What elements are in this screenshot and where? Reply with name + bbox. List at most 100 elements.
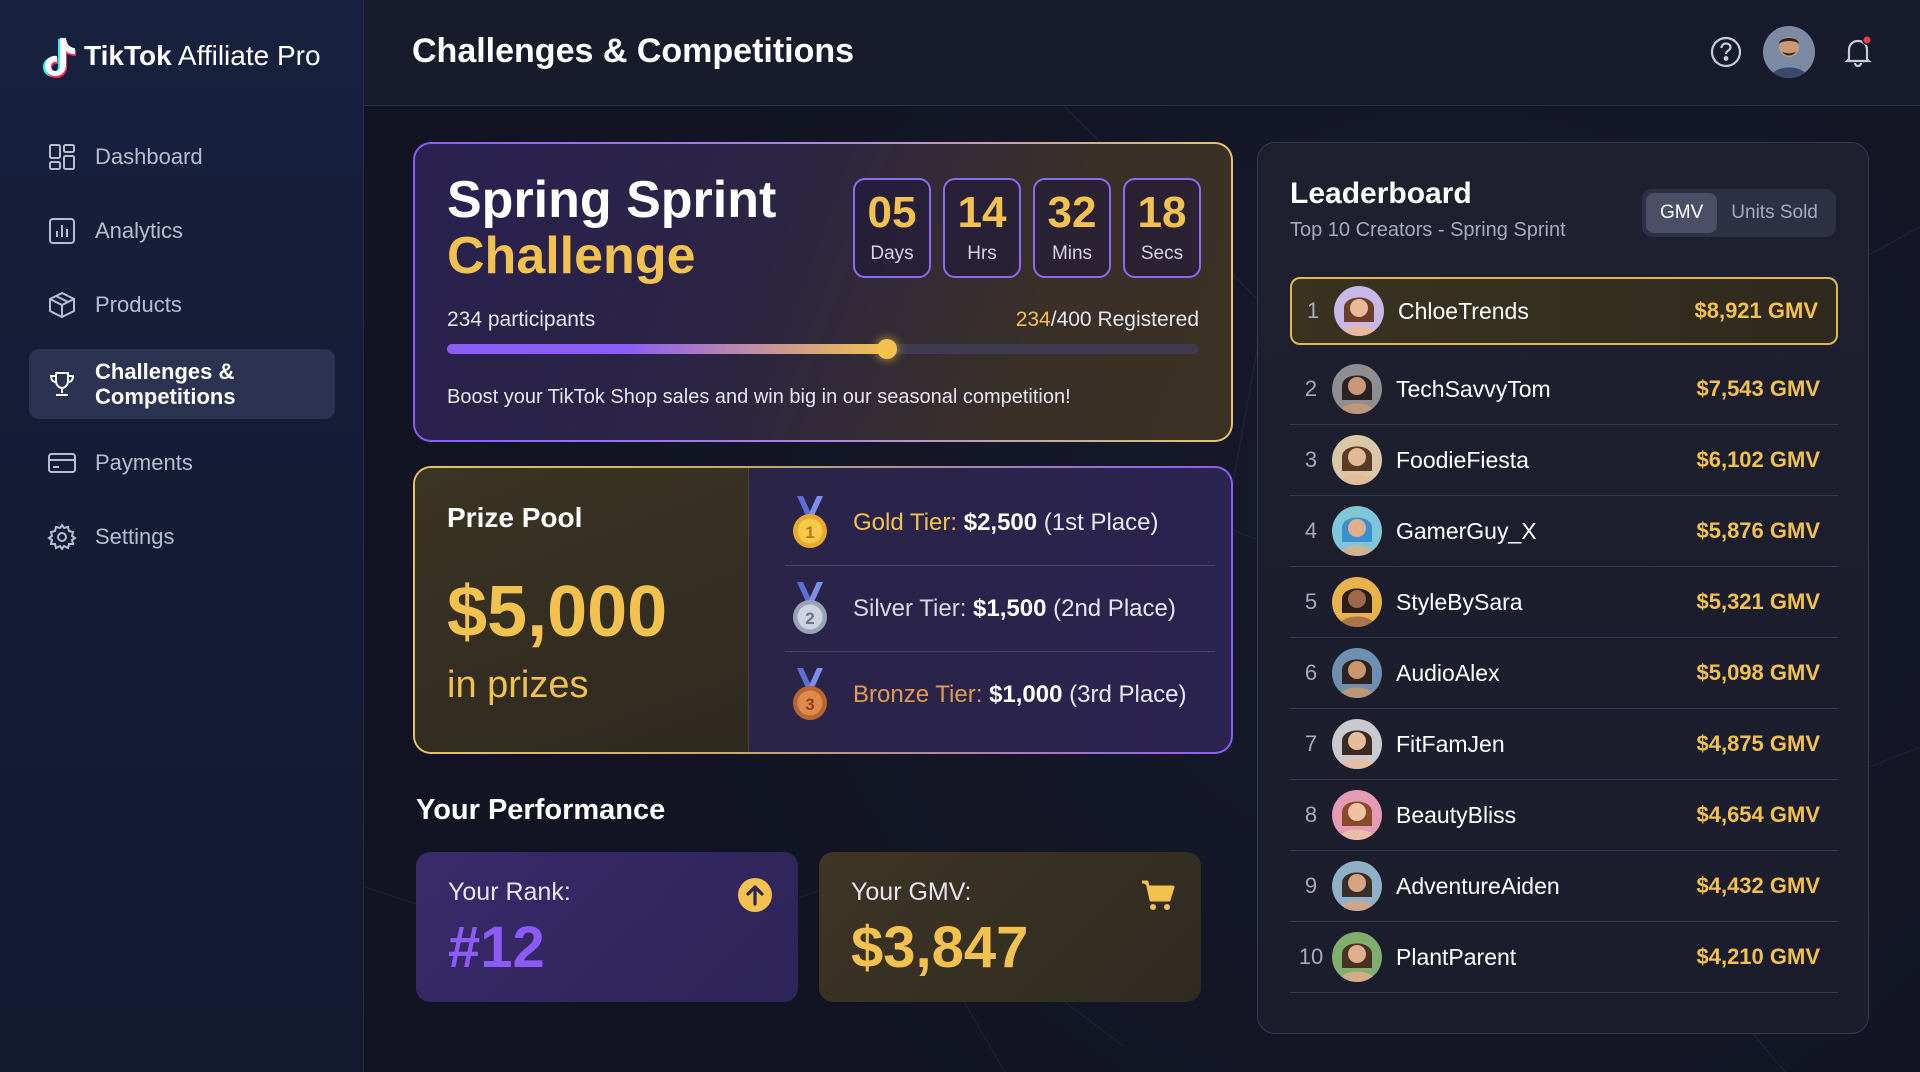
leaderboard-row[interactable]: 7 FitFamJen $4,875 GMV	[1290, 709, 1838, 780]
creator-name: FitFamJen	[1396, 730, 1505, 757]
creator-gmv: $4,654 GMV	[1696, 802, 1820, 827]
creator-name: StyleBySara	[1396, 588, 1523, 615]
tier-silver-text: Silver Tier: $1,500 (2nd Place)	[853, 594, 1176, 622]
tier-bronze: 3 Bronze Tier: $1,000 (3rd Place)	[785, 652, 1215, 738]
creator-avatar	[1332, 577, 1382, 627]
leaderboard-rank: 2	[1304, 376, 1318, 401]
challenge-title: Spring Sprint	[447, 171, 777, 229]
rank-label: Your Rank:	[448, 878, 571, 906]
prize-pool-label: Prize Pool	[447, 502, 583, 533]
creator-gmv: $5,321 GMV	[1696, 589, 1820, 614]
sidebar-item-label: Products	[95, 292, 182, 317]
sidebar-item-challenges[interactable]: Challenges & Competitions	[29, 349, 335, 419]
analytics-icon	[49, 218, 75, 244]
silver-medal-icon: 2	[793, 581, 827, 634]
sidebar: TikTok Affiliate Pro Dashboard Analytics…	[0, 0, 364, 1072]
svg-text:3: 3	[805, 695, 814, 714]
creator-name: PlantParent	[1396, 943, 1517, 970]
brand-name: TikTok Affiliate Pro	[84, 40, 321, 71]
creator-gmv: $7,543 GMV	[1696, 376, 1820, 401]
gmv-label: Your GMV:	[851, 878, 972, 906]
toggle-units-sold[interactable]: Units Sold	[1717, 193, 1832, 233]
sidebar-item-label: Challenges & Competitions	[95, 358, 236, 409]
creator-avatar	[1332, 364, 1382, 414]
leaderboard-row[interactable]: 5 StyleBySara $5,321 GMV	[1290, 567, 1838, 638]
dashboard-icon	[49, 144, 75, 170]
leaderboard-row[interactable]: 3 FoodieFiesta $6,102 GMV	[1290, 425, 1838, 496]
leaderboard-rank: 10	[1298, 944, 1324, 969]
creator-avatar	[1332, 719, 1382, 769]
gold-medal-icon: 1	[793, 495, 827, 548]
toggle-gmv[interactable]: GMV	[1646, 193, 1718, 233]
brand[interactable]: TikTok Affiliate Pro	[38, 34, 321, 78]
bronze-medal-icon: 3	[793, 668, 827, 720]
leaderboard-rank: 4	[1304, 518, 1318, 543]
leaderboard-row[interactable]: 2 TechSavvyTom $7,543 GMV	[1290, 354, 1838, 425]
challenge-card: Spring Sprint Challenge 05 Days 14 Hrs 32 M…	[413, 142, 1233, 442]
creator-gmv: $6,102 GMV	[1696, 447, 1820, 472]
leaderboard-rank: 8	[1304, 802, 1318, 827]
prize-summary: Prize Pool $5,000 in prizes	[415, 468, 749, 752]
leaderboard-row[interactable]: 10 PlantParent $4,210 GMV	[1290, 922, 1838, 993]
sidebar-nav: Dashboard Analytics Products Challenges …	[29, 127, 335, 581]
help-icon[interactable]	[1704, 30, 1748, 74]
gear-icon	[47, 523, 77, 551]
leaderboard-row[interactable]: 6 AudioAlex $5,098 GMV	[1290, 638, 1838, 709]
tier-gold: 1 Gold Tier: $2,500 (1st Place)	[785, 480, 1215, 566]
leaderboard-row[interactable]: 9 AdventureAiden $4,432 GMV	[1290, 851, 1838, 922]
leaderboard-rank: 1	[1306, 298, 1320, 323]
creator-name: AdventureAiden	[1396, 872, 1560, 899]
sidebar-item-label: Dashboard	[95, 144, 203, 169]
gmv-value: $3,847	[851, 915, 1029, 980]
notification-bell-icon[interactable]	[1836, 30, 1880, 74]
countdown-hours: 14 Hrs	[943, 178, 1021, 278]
leaderboard-rank: 6	[1304, 660, 1318, 685]
sidebar-item-products[interactable]: Products	[29, 275, 335, 335]
creator-avatar	[1332, 790, 1382, 840]
rank-value: #12	[448, 915, 545, 980]
sidebar-item-payments[interactable]: Payments	[29, 433, 335, 493]
box-icon	[49, 291, 75, 319]
prize-pool-subtitle: in prizes	[447, 664, 589, 706]
leaderboard-title: Leaderboard	[1290, 177, 1472, 210]
creator-name: ChloeTrends	[1398, 297, 1529, 324]
countdown-minutes: 32 Mins	[1033, 178, 1111, 278]
countdown-timer: 05 Days 14 Hrs 32 Mins 18 Secs	[853, 178, 1201, 278]
creator-avatar	[1332, 506, 1382, 556]
creator-gmv: $4,210 GMV	[1696, 944, 1820, 969]
leaderboard-row[interactable]: 8 BeautyBliss $4,654 GMV	[1290, 780, 1838, 851]
tier-silver: 2 Silver Tier: $1,500 (2nd Place)	[785, 566, 1215, 652]
page-title: Challenges & Competitions	[412, 32, 855, 70]
leaderboard-rank: 9	[1304, 873, 1318, 898]
prize-pool-card: Prize Pool $5,000 in prizes 1 Gold Tier:…	[413, 466, 1233, 754]
svg-text:1: 1	[805, 523, 814, 542]
sidebar-item-label: Payments	[95, 450, 193, 475]
progress-knob	[876, 339, 897, 359]
registered-count: 234/400 Registered	[1015, 308, 1199, 331]
prize-pool-amount: $5,000	[447, 572, 668, 652]
creator-gmv: $5,876 GMV	[1696, 518, 1820, 543]
leaderboard-subtitle: Top 10 Creators - Spring Sprint	[1290, 219, 1566, 241]
leaderboard-row[interactable]: 1 ChloeTrends $8,921 GMV	[1290, 277, 1838, 345]
creator-avatar	[1332, 648, 1382, 698]
creator-name: TechSavvyTom	[1396, 375, 1551, 402]
creator-name: FoodieFiesta	[1396, 446, 1529, 473]
creator-avatar	[1332, 932, 1382, 982]
creator-gmv: $5,098 GMV	[1696, 660, 1820, 685]
user-avatar[interactable]	[1763, 26, 1815, 78]
creator-gmv: $8,921 GMV	[1694, 298, 1818, 323]
challenge-title-highlight: Challenge	[447, 227, 696, 285]
tier-bronze-text: Bronze Tier: $1,000 (3rd Place)	[853, 681, 1187, 708]
countdown-seconds: 18 Secs	[1123, 178, 1201, 278]
leaderboard-row[interactable]: 4 GamerGuy_X $5,876 GMV	[1290, 496, 1838, 567]
sidebar-item-settings[interactable]: Settings	[29, 507, 335, 567]
sidebar-item-dashboard[interactable]: Dashboard	[29, 127, 335, 187]
registration-progress-bar	[447, 339, 1199, 359]
creator-avatar	[1332, 435, 1382, 485]
sidebar-item-analytics[interactable]: Analytics	[29, 201, 335, 261]
tier-gold-text: Gold Tier: $2,500 (1st Place)	[853, 508, 1159, 536]
user-avatar-image	[1763, 26, 1815, 78]
leaderboard-rank: 5	[1304, 589, 1318, 614]
svg-text:2: 2	[805, 609, 814, 628]
challenge-description: Boost your TikTok Shop sales and win big…	[447, 386, 1071, 408]
